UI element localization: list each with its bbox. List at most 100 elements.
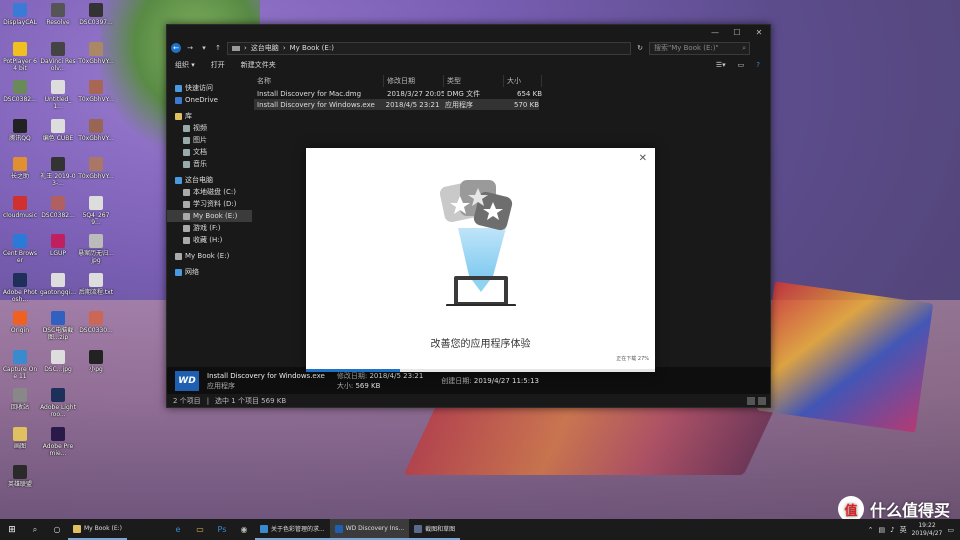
file-row[interactable]: Install Discovery for Mac.dmg 2018/3/27 2…	[254, 88, 770, 99]
maximize-button[interactable]: ☐	[726, 25, 748, 39]
desktop-icon[interactable]: Capture One 11	[2, 349, 38, 380]
desktop-icon-glyph	[13, 311, 27, 325]
desktop-icon[interactable]: DSC0397...	[78, 3, 114, 26]
desktop-icon[interactable]: 小pg	[78, 349, 114, 373]
volume-icon[interactable]: ♪	[890, 526, 894, 534]
desktop-icon[interactable]: DSC0382...	[40, 195, 76, 219]
close-icon[interactable]: ✕	[639, 153, 647, 164]
desktop-icon[interactable]: Cent Browser	[2, 234, 38, 264]
desktop-icon[interactable]: T0xGbhVY...	[78, 118, 114, 142]
nav-item[interactable]: 收藏 (H:)	[167, 234, 252, 246]
file-explorer-icon[interactable]: ▭	[189, 519, 211, 540]
column-size[interactable]: 大小	[504, 75, 542, 87]
taskbar-window-button[interactable]: 关于色彩管理的求...	[254, 519, 330, 540]
desktop-icon[interactable]: 英雄联盟	[2, 465, 38, 488]
desktop-icon[interactable]: 腾讯QQ	[2, 118, 38, 142]
nav-item[interactable]: 学习资料 (D:)	[167, 198, 252, 210]
nav-item-icon	[183, 236, 190, 244]
desktop-icon[interactable]: 5Q4_2679...	[78, 195, 114, 226]
desktop-icon[interactable]: Origin	[2, 311, 38, 334]
new-folder-button[interactable]: 新建文件夹	[241, 60, 276, 70]
input-language[interactable]: 英	[900, 525, 907, 535]
desktop-icon[interactable]: 编色 CUBE	[40, 118, 76, 142]
desktop-icon[interactable]: Adobe Photosh...	[2, 272, 38, 303]
desktop-icon[interactable]: Adobe Lightroo...	[40, 388, 76, 418]
desktop-icon[interactable]: PotPlayer 64 bit	[2, 41, 38, 72]
clock[interactable]: 19:22 2019/4/27	[912, 522, 943, 538]
desktop-icon[interactable]: Untitled_1...	[40, 80, 76, 110]
column-type[interactable]: 类型	[444, 75, 504, 87]
nav-item[interactable]: OneDrive	[167, 94, 252, 106]
help-icon[interactable]: ?	[756, 61, 760, 69]
installer-title: 改善您的应用程序体验	[430, 339, 531, 350]
nav-item[interactable]: 库	[167, 110, 252, 122]
desktop-icon[interactable]: 画图	[2, 426, 38, 450]
desktop-icon[interactable]: 回收站	[2, 388, 38, 411]
desktop-icon[interactable]: Resolve	[40, 3, 76, 26]
desktop-icon[interactable]: gaotongqi...	[40, 272, 76, 296]
preview-pane-icon[interactable]: ▭	[738, 61, 745, 69]
nav-item[interactable]: My Book (E:)	[167, 250, 252, 262]
desktop-icon[interactable]: 后期流程.txt	[78, 272, 114, 296]
view-menu-icon[interactable]: ☰▾	[716, 61, 726, 69]
desktop-icon[interactable]: T0xGbhVY...	[78, 41, 114, 65]
desktop-icon-label: cloudmusic	[3, 211, 37, 219]
desktop-icon[interactable]: DSC...jpg	[40, 349, 76, 373]
task-view-icon[interactable]: ○	[46, 519, 68, 540]
nav-item[interactable]: 快速访问	[167, 82, 252, 94]
desktop-icon[interactable]: DSC0330...	[78, 311, 114, 334]
nav-item[interactable]: 这台电脑	[167, 174, 252, 186]
back-arrow-icon[interactable]: ←	[171, 43, 181, 53]
desktop-icon[interactable]: DSC0382...	[2, 80, 38, 103]
tiles-view-icon[interactable]	[758, 397, 766, 405]
desktop-icon[interactable]: 悬案历无归...jpg	[78, 234, 114, 264]
search-input[interactable]: 搜索"My Book (E:)" ⌕	[649, 41, 750, 55]
details-view-icon[interactable]	[747, 397, 755, 405]
davinci-icon[interactable]: ◉	[233, 519, 255, 540]
nav-item[interactable]: 网络	[167, 266, 252, 278]
breadcrumb-my-book[interactable]: My Book (E:)	[290, 44, 334, 52]
file-row[interactable]: Install Discovery for Windows.exe 2018/4/…	[254, 99, 539, 110]
up-arrow-icon[interactable]: ↑	[213, 43, 223, 53]
desktop-icon[interactable]: DisplayCAL	[2, 3, 38, 26]
start-button[interactable]: ⊞	[0, 519, 24, 540]
forward-arrow-icon[interactable]: →	[185, 43, 195, 53]
photoshop-icon[interactable]: Ps	[211, 519, 233, 540]
minimize-button[interactable]: —	[704, 25, 726, 39]
desktop-icon[interactable]: cloudmusic	[2, 195, 38, 219]
tray-overflow-icon[interactable]: ⌃	[868, 526, 874, 534]
desktop-icon[interactable]: T0xGbhVY...	[78, 80, 114, 103]
breadcrumb-this-pc[interactable]: 这台电脑	[251, 43, 279, 53]
address-field[interactable]: › 这台电脑 › My Book (E:)	[227, 41, 631, 55]
nav-item[interactable]: 音乐	[167, 158, 252, 170]
close-button[interactable]: ✕	[748, 25, 770, 39]
column-name[interactable]: 名称	[254, 75, 384, 87]
taskbar-window-button[interactable]: My Book (E:)	[68, 519, 127, 540]
taskbar-window-button[interactable]: 截图和草图	[409, 519, 461, 540]
desktop-icon[interactable]: T0xGbhVY...	[78, 157, 114, 180]
edge-icon[interactable]: e	[167, 519, 189, 540]
desktop-icon[interactable]: DaVinci Resolv...	[40, 41, 76, 72]
nav-item[interactable]: 视频	[167, 122, 252, 134]
search-icon[interactable]: ⌕	[24, 519, 46, 540]
desktop-icon[interactable]: 长之助	[2, 157, 38, 180]
column-modified[interactable]: 修改日期	[384, 75, 444, 87]
nav-item[interactable]: My Book (E:)	[167, 210, 252, 222]
organize-button[interactable]: 组织 ▾	[175, 60, 195, 70]
desktop-icon-glyph	[89, 3, 103, 17]
nav-item[interactable]: 文档	[167, 146, 252, 158]
network-icon[interactable]: ▤	[879, 526, 886, 534]
notifications-icon[interactable]: ▭	[947, 526, 954, 534]
desktop-icon[interactable]: Adobe Premie...	[40, 426, 76, 457]
taskbar-window-button[interactable]: WD Discovery Ins...	[329, 519, 410, 540]
desktop-icon[interactable]: LGUP	[40, 234, 76, 257]
desktop-icon[interactable]: DSC电脑截图...zip	[40, 311, 76, 341]
desktop-icon[interactable]: 礼王 2019-03-...	[40, 157, 76, 187]
nav-item[interactable]: 本地磁盘 (C:)	[167, 186, 252, 198]
chevron-down-icon[interactable]: ▾	[199, 43, 209, 53]
refresh-icon[interactable]: ↻	[635, 44, 645, 52]
nav-item[interactable]: 游戏 (F:)	[167, 222, 252, 234]
open-button[interactable]: 打开	[211, 60, 225, 70]
nav-item-label: 收藏 (H:)	[193, 236, 223, 244]
nav-item[interactable]: 图片	[167, 134, 252, 146]
